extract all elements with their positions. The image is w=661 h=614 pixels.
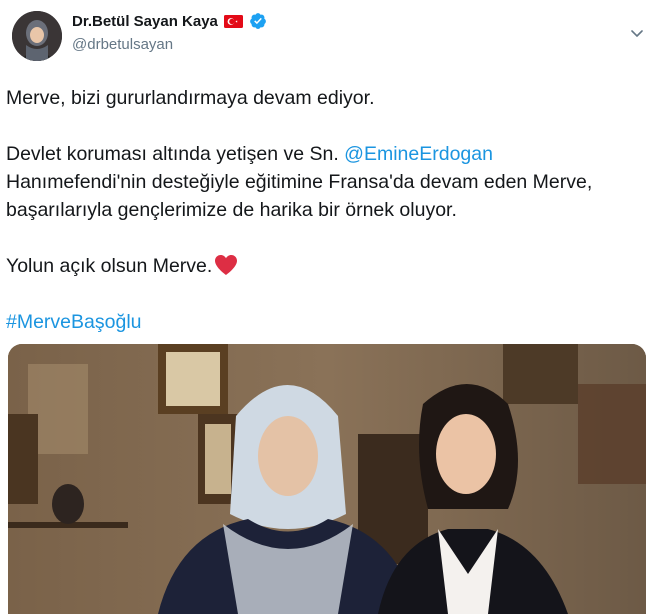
name-row: Dr.Betül Sayan Kaya [72, 12, 267, 30]
red-heart-icon [214, 254, 238, 276]
tweet-hashtag-line: #MerveBaşoğlu [6, 308, 646, 336]
tweet-header: Dr.Betül Sayan Kaya @drbetulsayan [6, 8, 656, 64]
tweet: Dr.Betül Sayan Kaya @drbetulsayan Merve,… [0, 0, 661, 614]
handle[interactable]: @drbetulsayan [72, 36, 173, 53]
tweet-line-2-rest: Hanımefendi'nin desteğiyle eğitimine Fra… [6, 171, 593, 221]
chevron-down-icon[interactable] [630, 26, 644, 40]
hashtag-link[interactable]: #MerveBaşoğlu [6, 311, 142, 333]
tweet-line-3: Yolun açık olsun Merve. [6, 252, 646, 280]
avatar[interactable] [12, 11, 62, 61]
tweet-line-1: Merve, bizi gururlandırmaya devam ediyor… [6, 87, 375, 109]
tweet-line-2-prefix: Devlet koruması altında yetişen ve Sn. [6, 143, 345, 165]
tweet-photo[interactable] [8, 344, 646, 614]
tweet-line-2: Devlet koruması altında yetişen ve Sn. @… [6, 140, 646, 224]
display-name[interactable]: Dr.Betül Sayan Kaya [72, 13, 218, 30]
turkey-flag-icon [223, 14, 243, 28]
tweet-line-3-text: Yolun açık olsun Merve. [6, 255, 213, 277]
mention-link[interactable]: @EmineErdogan [344, 143, 493, 165]
tweet-text: Merve, bizi gururlandırmaya devam ediyor… [6, 84, 646, 364]
verified-badge-icon [249, 12, 267, 30]
